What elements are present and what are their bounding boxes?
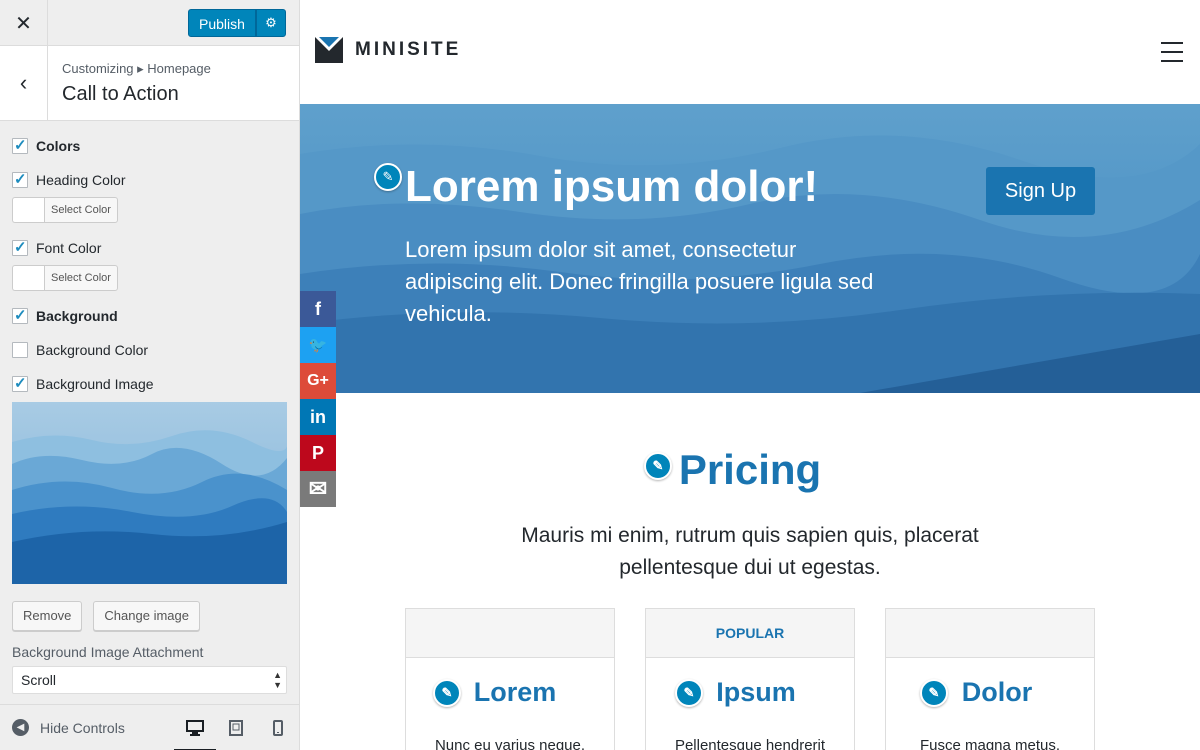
pricing-card-text: Fusce magna metus. [919,737,1061,750]
edit-pencil-icon[interactable]: ✎ [433,679,461,707]
background-color-label: Background Color [36,342,149,358]
colors-checkbox[interactable] [12,136,28,154]
linkedin-icon[interactable]: in [300,399,336,435]
colors-toggle[interactable]: Colors [12,129,287,163]
pricing-card-badge: POPULAR [646,609,854,658]
background-image-checkbox[interactable] [12,374,28,392]
desktop-preview-icon[interactable] [174,717,216,750]
call-to-action-section: ✎ Lorem ipsum dolor! Lorem ipsum dolor s… [300,104,1200,393]
hide-controls-button[interactable]: ◀ Hide Controls [12,719,125,736]
background-color-checkbox[interactable] [12,342,28,358]
heading-color-toggle[interactable]: Heading Color [12,163,287,197]
edit-pencil-icon[interactable]: ✎ [374,163,402,191]
edit-pencil-icon[interactable]: ✎ [920,679,948,707]
background-label: Background [36,308,118,324]
pricing-card-title: ✎ Lorem [406,677,614,708]
font-color-toggle[interactable]: Font Color [12,231,287,265]
select-arrows-icon: ▲ ▼ [273,670,282,690]
font-color-picker[interactable]: Select Color [12,265,287,291]
edit-pencil-icon[interactable]: ✎ [644,452,672,480]
gear-icon[interactable]: ⚙ [255,9,286,37]
pricing-subtitle: Mauris mi enim, rutrum quis sapien quis,… [521,524,979,579]
font-color-checkbox[interactable] [12,238,28,256]
publish-group: Publish ⚙ [188,9,286,37]
close-icon[interactable]: ✕ [0,0,48,46]
background-image-thumbnail [12,402,288,584]
pricing-card-title-text: Ipsum [716,677,796,707]
attachment-select[interactable]: Scroll ▲ ▼ [12,666,287,694]
publish-button[interactable]: Publish [188,9,256,37]
change-image-button[interactable]: Change image [93,601,200,631]
controls-panel: Colors Heading Color Select Color Font C… [0,121,299,694]
pricing-card-text: Pellentesque hendrerit [674,737,826,750]
remove-image-button[interactable]: Remove [12,601,83,631]
hamburger-menu-icon[interactable] [1161,42,1183,69]
tablet-preview-icon[interactable] [225,717,247,739]
site-header: MINISITE [300,0,1200,104]
attachment-label: Background Image Attachment [12,644,204,660]
customizer-footer: ◀ Hide Controls [0,704,299,750]
section-title: Call to Action [62,83,179,105]
logo-text: MINISITE [355,39,462,60]
heading-color-swatch[interactable] [12,197,44,223]
collapse-arrow-icon: ◀ [12,719,29,736]
site-preview: MINISITE ✎ Lorem ipsum dolor! Lorem ipsu… [300,0,1200,750]
background-image-toggle[interactable]: Background Image [12,367,287,401]
pricing-card-title-text: Lorem [473,677,557,707]
pricing-card-badge [406,609,614,658]
pricing-card: POPULAR ✎ Ipsum Pellentesque hendrerit [645,608,855,750]
pricing-title-text: Pricing [678,446,822,493]
sign-up-button[interactable]: Sign Up [986,167,1095,215]
mobile-preview-icon[interactable] [267,717,289,739]
heading-color-picker[interactable]: Select Color [12,197,287,223]
facebook-icon[interactable]: f [300,291,336,327]
heading-color-checkbox[interactable] [12,170,28,188]
hide-controls-label: Hide Controls [40,719,125,736]
pricing-card-text: Nunc eu varius neque. [434,737,586,750]
section-header: ‹ Customizing ▸ Homepage Call to Action [0,46,299,121]
pricing-card-title-text: Dolor [961,677,1033,707]
google-plus-icon[interactable]: G+ [300,363,336,399]
pricing-heading: ✎ Pricing [300,446,1200,494]
background-image-label: Background Image [36,376,154,392]
hero-text: Lorem ipsum dolor sit amet, consectetur … [405,237,874,326]
font-color-label: Font Color [36,240,102,256]
customizer-sidebar: ✕ Publish ⚙ ‹ Customizing ▸ Homepage Cal… [0,0,300,750]
logo-icon [315,37,343,63]
pricing-card: ✎ Dolor Fusce magna metus. [885,608,1095,750]
font-select-color-button[interactable]: Select Color [44,265,118,291]
background-toggle[interactable]: Background [12,299,287,333]
background-color-toggle[interactable]: Background Color [12,333,287,367]
image-buttons: Remove Change image [12,601,287,631]
breadcrumb: Customizing ▸ Homepage [62,61,211,76]
attachment-select-value: Scroll [21,672,57,688]
colors-label: Colors [36,138,81,154]
back-arrow-icon[interactable]: ‹ [0,46,48,120]
hero-heading: Lorem ipsum dolor! [405,162,819,211]
pricing-card-badge [886,609,1094,658]
heading-color-label: Heading Color [36,172,126,188]
pricing-card: ✎ Lorem Nunc eu varius neque. [405,608,615,750]
font-color-swatch[interactable] [12,265,44,291]
pricing-card-title: ✎ Dolor [886,677,1094,708]
background-checkbox[interactable] [12,306,28,324]
edit-pencil-icon[interactable]: ✎ [675,679,703,707]
twitter-icon[interactable]: 🐦 [300,327,336,363]
site-logo[interactable]: MINISITE [315,37,461,63]
customizer-header: ✕ Publish ⚙ [0,0,299,46]
heading-select-color-button[interactable]: Select Color [44,197,118,223]
pricing-card-title: ✎ Ipsum [646,677,854,708]
